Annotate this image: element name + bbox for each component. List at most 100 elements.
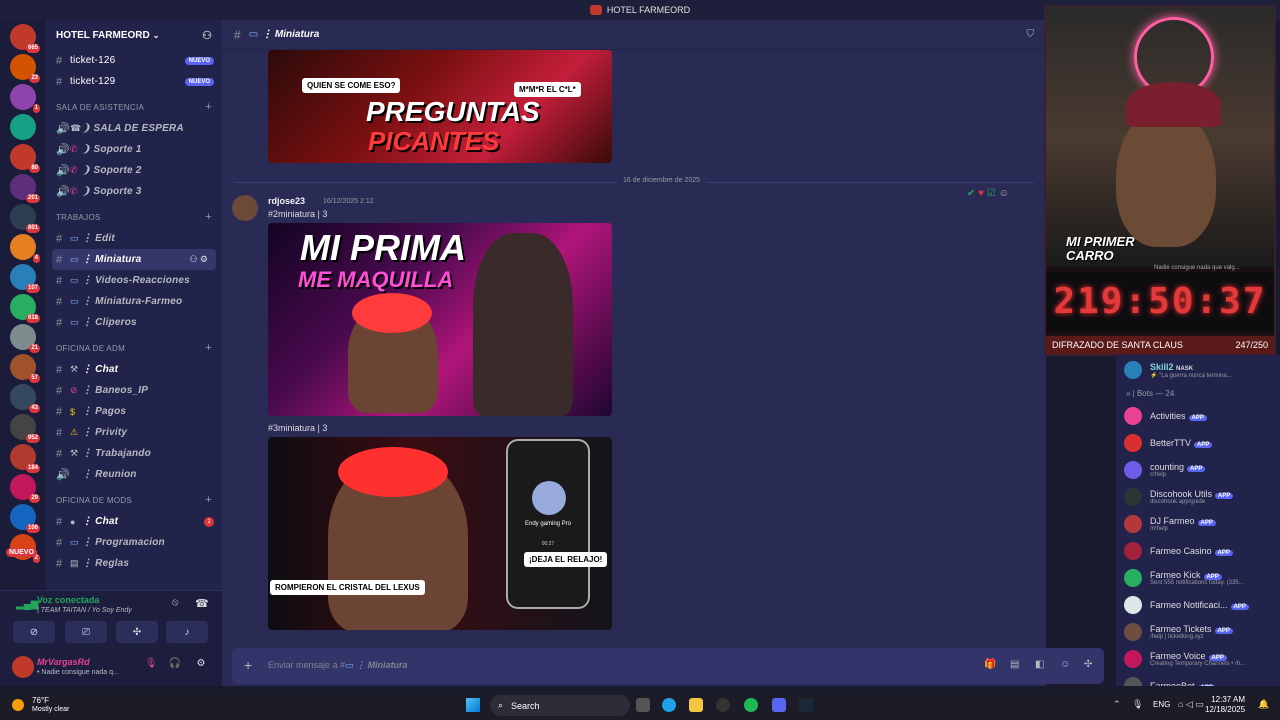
system-clock[interactable]: 12:37 AM 12/18/2025 — [1205, 695, 1245, 715]
channel-reglas[interactable]: # ▤ ⋮ Reglas — [46, 553, 222, 574]
threads-icon[interactable]: ⛉ — [1027, 29, 1035, 40]
microphone-icon[interactable]: 🎙 — [1132, 699, 1143, 710]
avatar[interactable] — [232, 195, 258, 221]
voice-channel-sala-espera[interactable]: 🔊 ☎ ❩ SALA DE ESPERA — [46, 118, 222, 139]
channel-baneos-ip[interactable]: # ⊘ ⋮ Baneos_IP — [46, 380, 222, 401]
tray-chevron-up-icon[interactable]: ⌃ — [1113, 699, 1121, 710]
channel-miniatura[interactable]: # ▭ ⋮ Miniatura ⚇ ⚙ — [52, 249, 216, 270]
gift-icon[interactable]: 🎁 — [984, 659, 996, 670]
message-author[interactable]: rdjose23 — [268, 196, 305, 206]
check-icon[interactable]: ✔ — [967, 188, 975, 199]
bot-member-item[interactable]: Farmeo Notificaci... APP — [1116, 591, 1280, 618]
message-composer[interactable]: + Enviar mensaje a #▭ ⋮ Miniatura 🎁 ▤ ◧ … — [232, 648, 1104, 684]
server-icon[interactable]: 43 — [10, 384, 40, 413]
voice-channel-name[interactable]: | TEAM TAITAN / Yo Soy Endy — [37, 607, 132, 614]
invite-user-icon[interactable]: ⚇ — [202, 29, 212, 42]
file-explorer-icon[interactable] — [689, 698, 703, 712]
voice-channel-soporte-2[interactable]: 🔊 ✆ ❩ Soporte 2 — [46, 160, 222, 181]
server-header[interactable]: HOTEL FARMEORD ⌄ ⚇ — [46, 20, 222, 50]
voice-channel-soporte-1[interactable]: 🔊 ✆ ❩ Soporte 1 — [46, 139, 222, 160]
server-icon[interactable]: 80 — [10, 144, 40, 173]
server-icon[interactable]: 801 — [10, 204, 40, 233]
bot-member-item[interactable]: DJ Farmeo APP m!help — [1116, 510, 1280, 537]
thumbnail-image-2[interactable]: MI PRIMA ME MAQUILLA — [268, 223, 612, 416]
new-servers-pill[interactable]: NUEVO — [6, 548, 37, 557]
channel-programacion[interactable]: # ▭ ⋮ Programacion — [46, 532, 222, 553]
attach-plus-icon[interactable]: + — [244, 657, 252, 673]
channel-videos-reacciones[interactable]: # ▭ ⋮ Videos-Reacciones — [46, 270, 222, 291]
soundboard-button[interactable]: ♪ — [166, 621, 208, 643]
message-input[interactable]: Enviar mensaje a #▭ ⋮ Miniatura — [268, 660, 408, 671]
task-view-icon[interactable] — [636, 698, 650, 712]
add-reaction-icon[interactable]: ☺ — [999, 188, 1009, 199]
category-oficina-adm[interactable]: OFICINA DE ADM + — [46, 337, 222, 359]
bot-member-item[interactable]: counting APP c!help — [1116, 456, 1280, 483]
heart-icon[interactable]: ♥ — [978, 188, 984, 199]
bot-member-item[interactable]: Farmeo Tickets APP/help | ticketking.xyz — [1116, 618, 1280, 645]
user-settings-gear-icon[interactable]: ⚙ — [192, 658, 210, 676]
server-icon[interactable]: 201 — [10, 174, 40, 203]
notification-bell-icon[interactable]: 🔔 — [1258, 699, 1269, 710]
disconnect-icon[interactable]: ☎ — [195, 597, 209, 610]
checkbox-icon[interactable]: ☑ — [987, 188, 996, 199]
sticker-icon[interactable]: ◧ — [1035, 659, 1044, 670]
message-actions[interactable]: ✔ ♥ ☑ ☺ — [967, 188, 1009, 199]
channel-adm-chat[interactable]: # ⚒ ⋮ Chat — [46, 359, 222, 380]
bot-member-item[interactable]: BetterTTV APP — [1116, 429, 1280, 456]
server-icon[interactable]: 106 — [10, 504, 40, 533]
steam-icon[interactable] — [799, 698, 813, 712]
bots-section-header[interactable]: » | Bots — 24 — [1116, 385, 1280, 402]
thumbnail-image-3[interactable]: Endy gaming Pro 00:27 ¡DEJA EL RELAJO! R… — [268, 437, 612, 630]
server-icon[interactable]: 952 — [10, 414, 40, 443]
add-channel-icon[interactable]: + — [205, 101, 212, 113]
deafen-headphones-icon[interactable]: 🎧 — [166, 658, 184, 676]
bot-member-item[interactable]: Farmeo Voice APP Creating Temporary Channe… — [1116, 645, 1280, 672]
bot-member-item[interactable]: FarmeoBotAPP — [1116, 672, 1280, 686]
server-icon[interactable]: 1 — [10, 84, 40, 113]
screen-share-button[interactable]: ⎚ — [65, 621, 107, 643]
voice-channel-soporte-3[interactable]: 🔊 ✆ ❩ Soporte 3 — [46, 181, 222, 202]
weather-widget[interactable]: 76°F Mostly clear — [12, 696, 69, 714]
voice-status[interactable]: Voz conectada — [37, 595, 99, 605]
server-icon[interactable]: 29 — [10, 474, 40, 503]
channel-ticket-129[interactable]: # ticket-129 NUEVO — [46, 71, 222, 92]
bot-member-item[interactable]: Activities APP — [1116, 402, 1280, 429]
avatar[interactable] — [12, 656, 34, 678]
server-icon[interactable] — [10, 114, 36, 140]
voice-channel-reunion[interactable]: 🔊 ⋮ Reunion — [46, 464, 222, 485]
member-item[interactable]: Skill2 NASK ⚡ "La guerra nunca termina..… — [1116, 355, 1280, 385]
noise-suppression-icon[interactable]: ⦸ — [172, 597, 179, 608]
category-trabajos[interactable]: TRABAJOS + — [46, 206, 222, 228]
mute-microphone-icon[interactable]: 🎙 — [142, 658, 160, 676]
add-channel-icon[interactable]: + — [205, 494, 212, 506]
channel-privity[interactable]: # ⚠ ⋮ Privity — [46, 422, 222, 443]
bot-member-item[interactable]: Farmeo Casino APP — [1116, 537, 1280, 564]
spotify-icon[interactable] — [744, 698, 758, 712]
activities-button[interactable]: ✣ — [116, 621, 158, 643]
channel-miniatura-farmeo[interactable]: # ▭ ⋮ Miniatura-Farmeo — [46, 291, 222, 312]
category-oficina-mods[interactable]: OFICINA DE MODS + — [46, 489, 222, 511]
discord-icon[interactable] — [772, 698, 786, 712]
channel-trabajando[interactable]: # ⚒ ⋮ Trabajando — [46, 443, 222, 464]
taskbar-search[interactable]: ⌕ Search — [490, 695, 630, 716]
channel-settings-icon[interactable]: ⚇ ⚙ — [189, 254, 208, 265]
channel-edit[interactable]: # ▭ ⋮ Edit — [46, 228, 222, 249]
server-icon[interactable]: 665 — [10, 24, 40, 53]
language-indicator[interactable]: ENG — [1153, 700, 1170, 709]
server-icon[interactable]: 107 — [10, 264, 40, 293]
add-channel-icon[interactable]: + — [205, 211, 212, 223]
server-icon[interactable]: 4 — [10, 234, 40, 263]
network-volume-battery-icon[interactable]: ⌂ ◁ ▭ — [1178, 699, 1204, 710]
channel-cliperos[interactable]: # ▭ ⋮ Cliperos — [46, 312, 222, 333]
gif-icon[interactable]: ▤ — [1010, 659, 1019, 670]
start-windows-icon[interactable] — [466, 698, 480, 712]
bot-member-item[interactable]: Farmeo Kick APP Sent 555 notifications tod… — [1116, 564, 1280, 591]
add-channel-icon[interactable]: + — [205, 342, 212, 354]
channel-mods-chat[interactable]: # ● ⋮ Chat 1 — [46, 511, 222, 532]
channel-ticket-126[interactable]: # ticket-126 NUEVO — [46, 50, 222, 71]
thumbnail-image-1[interactable]: QUIEN SE COME ESO? M*M*R EL C*L* PREGUNT… — [268, 50, 612, 163]
bot-member-item[interactable]: Discohook Utils APP discohook.app/guide — [1116, 483, 1280, 510]
server-icon[interactable]: 23 — [10, 54, 40, 83]
server-icon[interactable]: 57 — [10, 354, 40, 383]
obs-icon[interactable] — [716, 698, 730, 712]
